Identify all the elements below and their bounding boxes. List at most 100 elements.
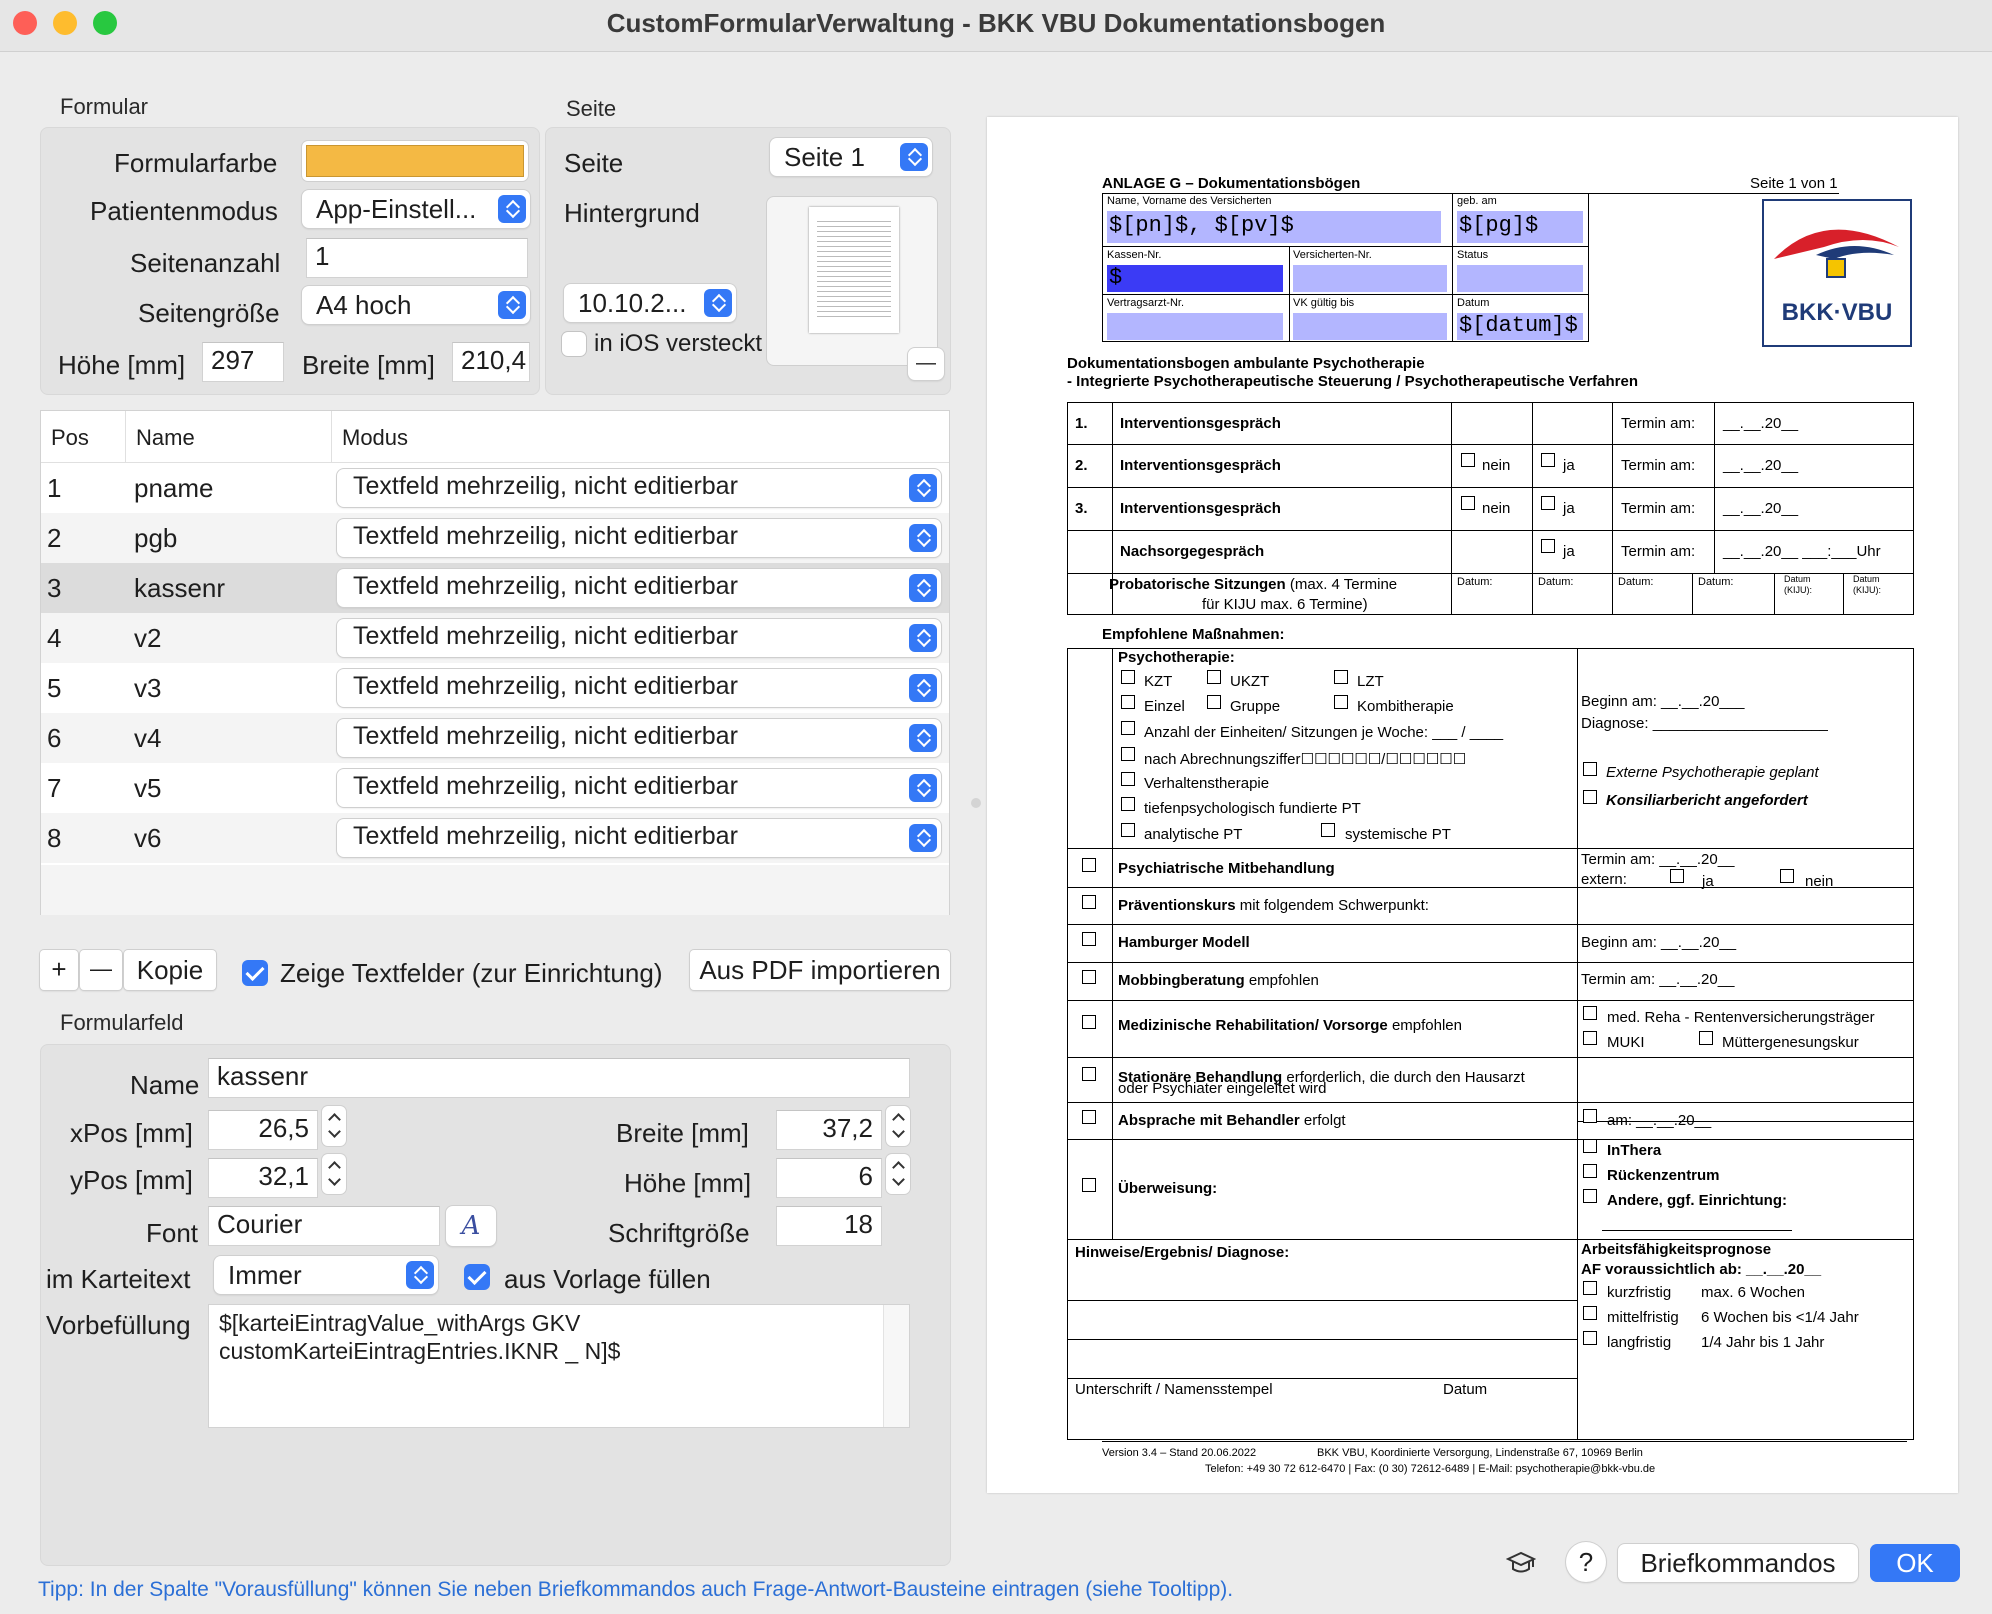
xpos-stepper[interactable] [322,1106,346,1146]
table-row[interactable]: 7 v5 Textfeld mehrzeilig, nicht editierbar [41,763,949,813]
table-row[interactable]: 5 v3 Textfeld mehrzeilig, nicht editierbar [41,663,949,713]
pdf-checkbox[interactable] [1583,790,1597,804]
pdf-field-v3[interactable] [1457,265,1583,292]
pdf-checkbox[interactable] [1583,1109,1597,1123]
row-modus-popup[interactable]: Textfeld mehrzeilig, nicht editierbar [337,669,941,707]
row-modus-popup[interactable]: Textfeld mehrzeilig, nicht editierbar [337,469,941,507]
pdf-checkbox[interactable] [1321,823,1335,837]
pdf-checkbox[interactable] [1082,1067,1096,1081]
pdf-checkbox[interactable] [1207,670,1221,684]
import-pdf-button[interactable]: Aus PDF importieren [690,950,950,990]
pdf-checkbox[interactable] [1583,1331,1597,1345]
pdf-field-v4[interactable] [1107,313,1283,340]
feld-breite-stepper[interactable] [886,1106,910,1146]
pdf-checkbox[interactable] [1334,695,1348,709]
pdf-checkbox[interactable] [1082,970,1096,984]
pdf-checkbox[interactable] [1207,695,1221,709]
ok-button[interactable]: OK [1870,1544,1960,1582]
ios-hidden-checkbox[interactable] [562,332,586,356]
pdf-checkbox[interactable] [1780,869,1794,883]
pdf-checkbox[interactable] [1583,1139,1597,1153]
pdf-checkbox[interactable] [1541,539,1555,553]
pdf-checkbox[interactable] [1121,823,1135,837]
row-modus-popup[interactable]: Textfeld mehrzeilig, nicht editierbar [337,569,941,607]
table-row[interactable]: 8 v6 Textfeld mehrzeilig, nicht editierbar [41,813,949,863]
patientenmodus-popup[interactable]: App-Einstell... [302,190,530,228]
vorbefuellung-scrollbar[interactable] [883,1305,909,1427]
pdf-checkbox[interactable] [1121,695,1135,709]
row-modus-popup[interactable]: Textfeld mehrzeilig, nicht editierbar [337,519,941,557]
pdf-checkbox[interactable] [1670,869,1684,883]
pdf-checkbox[interactable] [1583,1031,1597,1045]
hintergrund-remove-button[interactable]: — [908,348,944,380]
pdf-checkbox[interactable] [1121,747,1135,761]
pdf-checkbox[interactable] [1583,1281,1597,1295]
vorbefuellung-textarea[interactable]: $[karteiEintragValue_withArgs GKV custom… [208,1304,910,1428]
ypos-input[interactable]: 32,1 [208,1158,318,1198]
vorlage-checkbox[interactable] [464,1264,490,1290]
feld-hoehe-input[interactable]: 6 [776,1158,882,1198]
header-modus[interactable]: Modus [342,425,408,451]
briefkommandos-button[interactable]: Briefkommandos [1618,1544,1858,1582]
pdf-checkbox[interactable] [1121,721,1135,735]
row-modus-popup[interactable]: Textfeld mehrzeilig, nicht editierbar [337,819,941,857]
seitenanzahl-input[interactable]: 1 [306,238,528,278]
feld-hoehe-stepper[interactable] [886,1154,910,1194]
pdf-checkbox[interactable] [1461,453,1475,467]
pdf-checkbox[interactable] [1583,1164,1597,1178]
pdf-checkbox[interactable] [1082,1015,1096,1029]
pdf-checkbox[interactable] [1541,453,1555,467]
header-pos[interactable]: Pos [51,425,89,451]
pdf-checkbox[interactable] [1583,1189,1597,1203]
karteitext-popup[interactable]: Immer [214,1256,438,1294]
header-name[interactable]: Name [136,425,195,451]
row-modus-popup[interactable]: Textfeld mehrzeilig, nicht editierbar [337,769,941,807]
pdf-field-v2[interactable] [1293,265,1447,292]
pdf-checkbox[interactable] [1082,895,1096,909]
pdf-checkbox[interactable] [1541,496,1555,510]
pdf-checkbox[interactable] [1082,932,1096,946]
pdf-checkbox[interactable] [1082,858,1096,872]
font-input[interactable]: Courier [208,1206,440,1246]
ypos-stepper[interactable] [322,1154,346,1194]
table-row[interactable]: 6 v4 Textfeld mehrzeilig, nicht editierbar [41,713,949,763]
help-button[interactable]: ? [1566,1542,1606,1582]
seite-popup[interactable]: Seite 1 [770,138,932,176]
schriftgroesse-input[interactable]: 18 [776,1206,882,1246]
pdf-checkbox[interactable] [1583,1006,1597,1020]
pdf-checkbox[interactable] [1121,797,1135,811]
pdf-checkbox[interactable] [1334,670,1348,684]
feld-name-input[interactable]: kassenr [208,1058,910,1098]
row-modus-popup[interactable]: Textfeld mehrzeilig, nicht editierbar [337,619,941,657]
show-fields-checkbox[interactable] [242,960,268,986]
pdf-checkbox[interactable] [1121,772,1135,786]
pdf-field-v5[interactable] [1293,313,1447,340]
row-modus-popup[interactable]: Textfeld mehrzeilig, nicht editierbar [337,719,941,757]
xpos-input[interactable]: 26,5 [208,1110,318,1150]
table-row[interactable]: 1 pname Textfeld mehrzeilig, nicht editier… [41,463,949,513]
pdf-checkbox[interactable] [1461,496,1475,510]
table-row[interactable]: 2 pgb Textfeld mehrzeilig, nicht editierba… [41,513,949,563]
graduation-cap-icon[interactable] [1505,1548,1537,1578]
table-row[interactable]: 3 kassenr Textfeld mehrzeilig, nicht editi… [41,563,949,613]
font-picker-button[interactable]: A [446,1206,496,1246]
pdf-checkbox[interactable] [1082,1178,1096,1192]
split-view-handle[interactable] [971,798,981,808]
hoehe-input[interactable]: 297 [202,342,284,382]
seitengroesse-popup[interactable]: A4 hoch [302,286,530,324]
hintergrund-date-popup[interactable]: 10.10.2... [564,284,736,322]
pdf-field-kassenr[interactable] [1107,265,1283,292]
pdf-checkbox[interactable] [1121,670,1135,684]
breite-input[interactable]: 210,4 [452,342,530,382]
formularfarbe-color-well[interactable] [302,141,528,181]
table-row[interactable]: 4 v2 Textfeld mehrzeilig, nicht editierbar [41,613,949,663]
pdf-checkbox[interactable] [1583,1306,1597,1320]
feld-breite-input[interactable]: 37,2 [776,1110,882,1150]
hintergrund-thumbnail[interactable] [766,196,938,366]
add-row-button[interactable]: + [40,950,78,990]
copy-row-button[interactable]: Kopie [124,950,216,990]
remove-row-button[interactable]: — [80,950,122,990]
pdf-checkbox[interactable] [1583,762,1597,776]
pdf-checkbox[interactable] [1699,1031,1713,1045]
pdf-checkbox[interactable] [1082,1110,1096,1124]
